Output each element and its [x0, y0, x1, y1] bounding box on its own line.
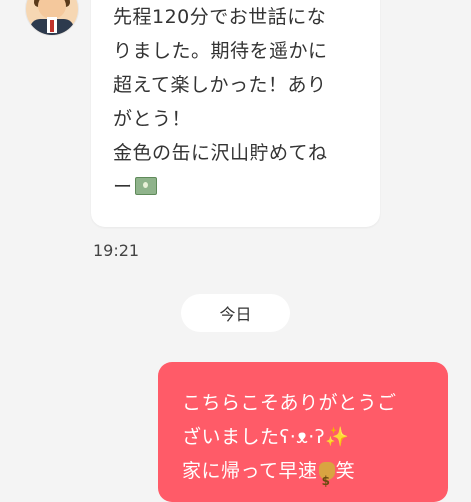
message-timestamp: 19:21 — [93, 241, 140, 260]
money-bag-icon — [318, 462, 335, 498]
money-bill-icon — [134, 177, 157, 195]
outgoing-message-bubble[interactable]: こちらこそありがとうご ざいましたʕ·ᴥ·ʔ✨ 家に帰って早速笑 — [158, 362, 448, 502]
sparkle-icon: ✨ — [325, 426, 350, 448]
sender-avatar[interactable] — [25, 0, 79, 36]
incoming-message-bubble[interactable]: 先程120分でお世話にな りました。期待を遥かに 超えて楽しかった！あり がとう！ 金色… — [91, 0, 380, 227]
date-divider: 今日 — [181, 294, 290, 332]
outgoing-message-text: こちらこそありがとうご ざいましたʕ·ᴥ·ʔ✨ 家に帰って早速笑 — [182, 386, 432, 498]
incoming-message-text: 先程120分でお世話にな りました。期待を遥かに 超えて楽しかった！あり がとう！ 金色… — [113, 6, 328, 198]
avatar-tie — [50, 20, 54, 32]
